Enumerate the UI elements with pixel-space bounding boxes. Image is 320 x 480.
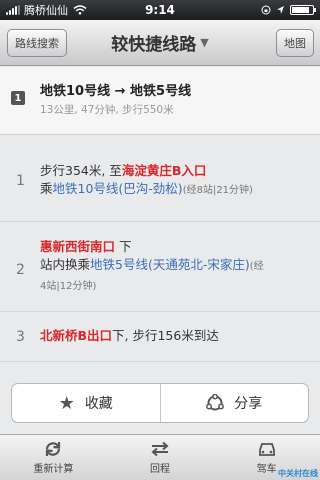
step-number: 3 [16, 329, 25, 345]
step-line: 站内换乘地铁5号线(天通苑北-宋家庄)(经 [40, 256, 312, 276]
step-line: 乘地铁10号线(巴沟-劲松)(经8站|21分钟) [40, 180, 312, 200]
nav-bar: 路线搜索 较快捷线路 ▼ 地图 [0, 20, 320, 66]
step-detail: (经8站|21分钟) [182, 185, 253, 196]
tab-bar: 重新计算 回程 驾车 中关村在线 [0, 434, 320, 480]
location-arrow-icon [277, 6, 284, 14]
step-text: 下 [115, 239, 132, 254]
step-detail: 4站|12分钟) [40, 281, 97, 292]
tab-label: 驾车 [256, 464, 277, 475]
step-item[interactable]: 3 北新桥B出口下, 步行156米到达 [0, 312, 320, 362]
station-exit: 北新桥B出口 [40, 328, 113, 343]
step-text: 乘 [40, 181, 53, 196]
subway-line: 地铁10号线(巴沟-劲松) [52, 181, 183, 196]
route-index-badge: 1 [11, 91, 25, 105]
step-text: 步行354米, 至 [40, 163, 122, 178]
wifi-icon [73, 5, 87, 15]
step-text: 站内换乘 [40, 257, 91, 272]
tab-return-trip[interactable]: 回程 [107, 435, 214, 480]
step-item[interactable]: 1 步行354米, 至海淀黄庄B入口 乘地铁10号线(巴沟-劲松)(经8站|21… [0, 136, 320, 222]
station-exit: 惠新西街南口 [40, 239, 116, 254]
step-line: 步行354米, 至海淀黄庄B入口 [40, 162, 312, 180]
watermark: 中关村在线 [278, 469, 318, 478]
lock-rotation-icon [261, 5, 271, 15]
action-group: ★ 收藏 分享 [11, 383, 309, 423]
refresh-icon [46, 442, 61, 456]
favorite-button[interactable]: ★ 收藏 [12, 384, 160, 422]
chevron-down-icon: ▼ [200, 36, 209, 49]
tab-label: 重新计算 [33, 464, 74, 475]
route-type-selector[interactable]: 较快捷线路 ▼ [111, 30, 208, 55]
subway-line: 地铁5号线(天通苑北-宋家庄) [90, 257, 250, 272]
share-icon [206, 394, 225, 411]
step-line: 北新桥B出口下, 步行156米到达 [40, 327, 312, 345]
route-info: 13公里, 47分钟, 步行550米 [40, 104, 174, 116]
share-button[interactable]: 分享 [159, 384, 309, 422]
route-summary: 1 地铁10号线 → 地铁5号线 13公里, 47分钟, 步行550米 [0, 67, 320, 135]
signal-icon [6, 5, 20, 15]
share-label: 分享 [234, 396, 263, 412]
step-number: 1 [16, 173, 25, 189]
swap-arrows-icon [151, 441, 169, 457]
favorite-label: 收藏 [84, 396, 113, 412]
route-lines: 地铁10号线 → 地铁5号线 [40, 84, 192, 99]
tab-label: 回程 [150, 464, 170, 475]
step-text: 下, 步行156米到达 [112, 328, 219, 343]
car-icon [258, 443, 275, 456]
star-icon: ★ [58, 392, 75, 414]
page-title: 较快捷线路 [111, 35, 197, 55]
carrier-name: 腾桥仙仙 [24, 4, 68, 17]
map-button[interactable]: 地图 [276, 29, 314, 57]
step-detail: (经 [249, 261, 264, 272]
route-search-button[interactable]: 路线搜索 [7, 29, 67, 57]
step-number: 2 [16, 262, 25, 278]
battery-icon [290, 5, 316, 15]
route-steps: 1 步行354米, 至海淀黄庄B入口 乘地铁10号线(巴沟-劲松)(经8站|21… [0, 136, 320, 362]
step-item[interactable]: 2 惠新西街南口 下 站内换乘地铁5号线(天通苑北-宋家庄)(经 4站|12分钟… [0, 222, 320, 312]
station-entrance: 海淀黄庄B入口 [121, 163, 207, 178]
tab-recalculate[interactable]: 重新计算 [0, 435, 107, 480]
step-line: 惠新西街南口 下 [40, 238, 312, 256]
status-bar: 腾桥仙仙 9:14 [0, 0, 320, 20]
step-line: 4站|12分钟) [40, 276, 312, 296]
